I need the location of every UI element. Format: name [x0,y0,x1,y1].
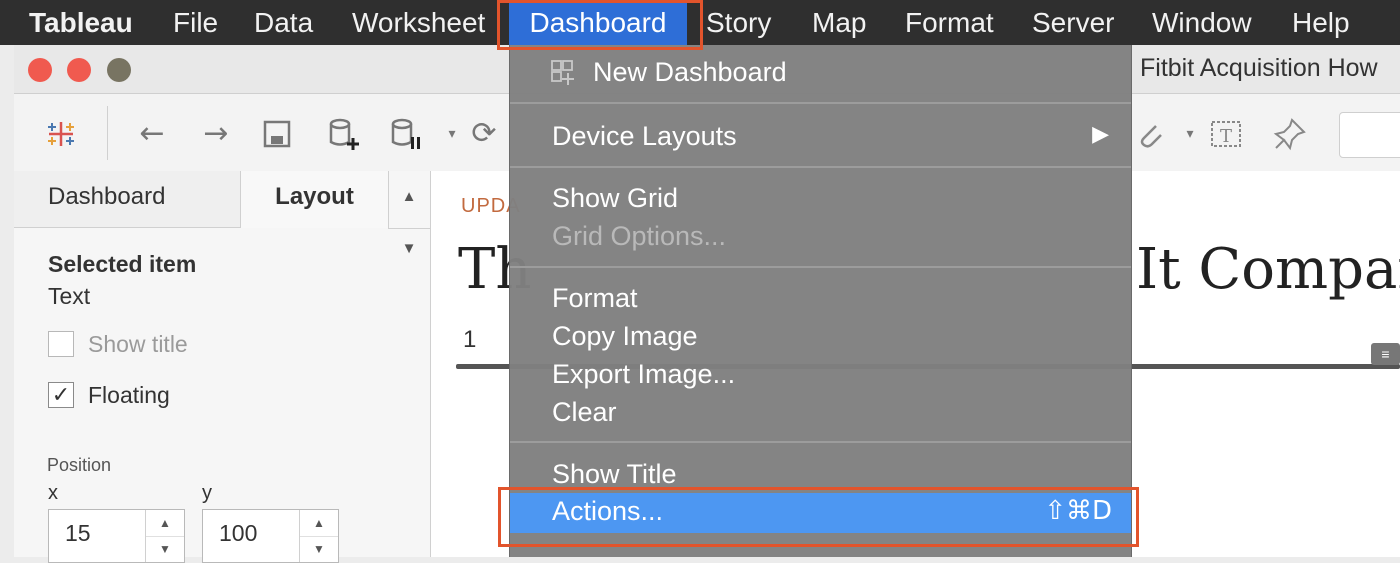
left-panel: Dashboard Layout ▲ ▼ Selected item Text S… [14,171,431,563]
tab-layout[interactable]: Layout [240,171,389,228]
menu-separator [510,166,1131,168]
chevron-right-icon: ▶ [1092,122,1109,147]
menu-help[interactable]: Help [1292,0,1350,45]
tab-dashboard[interactable]: Dashboard [14,171,240,228]
position-label: Position [47,455,112,475]
new-datasource-icon[interactable] [324,114,364,154]
refresh-icon[interactable]: ⟳ [464,114,504,154]
show-title-checkbox[interactable] [48,331,74,357]
export-image-label: Export Image... [552,359,736,389]
copy-image-label: Copy Image [552,321,698,351]
y-position-stepper[interactable]: 100 ▲ ▼ [202,509,339,563]
zoom-button[interactable] [107,58,131,82]
new-dashboard-label: New Dashboard [593,57,787,87]
menu-item-show-grid[interactable]: Show Grid [510,180,1131,218]
menu-server[interactable]: Server [1032,0,1114,45]
menu-separator [510,441,1131,443]
menu-story[interactable]: Story [706,0,771,45]
actions-label: Actions... [552,496,664,526]
text-box-icon[interactable]: T [1206,114,1246,154]
menu-item-export-image[interactable]: Export Image... [510,356,1131,394]
device-layouts-label: Device Layouts [552,121,737,151]
add-grid-icon [550,57,580,96]
y-increment-icon[interactable]: ▲ [300,510,338,537]
toolbar-divider [107,106,108,160]
menu-item-copy-image[interactable]: Copy Image [510,318,1131,356]
y-label: y [202,482,212,504]
menu-app-tableau[interactable]: Tableau [29,0,133,45]
show-grid-label: Show Grid [552,183,679,213]
y-position-value[interactable]: 100 [219,520,257,547]
paperclip-icon[interactable] [1130,114,1170,154]
svg-text:T: T [1220,126,1232,147]
paperclip-dropdown-icon[interactable]: ▾ [1170,114,1210,154]
menu-item-show-title[interactable]: Show Title [510,456,1131,494]
format-label: Format [552,283,638,313]
menu-bar: Tableau File Data Worksheet Dashboard St… [0,0,1400,45]
canvas-title-right[interactable]: It Compare [1136,237,1400,302]
grid-options-label: Grid Options... [552,221,727,251]
menu-data[interactable]: Data [254,0,313,45]
x-stepper-arrows: ▲ ▼ [145,510,184,562]
x-position-value[interactable]: 15 [65,520,91,547]
menu-item-grid-options: Grid Options... [510,218,1131,256]
menu-format[interactable]: Format [905,0,994,45]
menu-item-actions[interactable]: Actions... ⇧⌘D [510,493,1131,533]
menu-item-clear[interactable]: Clear [510,394,1131,432]
save-icon[interactable] [257,114,297,154]
back-arrow-icon[interactable]: ← [132,114,172,154]
minimize-button[interactable] [67,58,91,82]
tab-scroll-icon[interactable]: ▲ ▼ [388,171,430,257]
menu-separator [510,102,1131,104]
canvas-number: 1 [463,326,477,353]
floating-label: Floating [88,382,170,408]
pause-datasource-icon[interactable] [386,114,426,154]
x-increment-icon[interactable]: ▲ [146,510,184,537]
menu-separator [510,266,1131,268]
drag-handle-icon[interactable]: ≡ [1371,343,1400,365]
menu-item-new-dashboard[interactable]: New Dashboard [510,54,1131,92]
x-decrement-icon[interactable]: ▼ [146,536,184,562]
selected-item-value: Text [48,283,91,309]
menu-worksheet[interactable]: Worksheet [352,0,485,45]
menu-item-format[interactable]: Format [510,280,1131,318]
clear-label: Clear [552,397,617,427]
forward-arrow-icon[interactable]: → [196,114,236,154]
x-position-stepper[interactable]: 15 ▲ ▼ [48,509,185,563]
menu-window[interactable]: Window [1152,0,1252,45]
x-label: x [48,482,58,504]
selected-item-heading: Selected item [48,251,197,277]
close-button[interactable] [28,58,52,82]
floating-checkbox[interactable]: ✓ [48,382,74,408]
toolbar-search-field[interactable] [1339,112,1400,158]
show-title-menu-label: Show Title [552,459,677,489]
menu-map[interactable]: Map [812,0,866,45]
menu-item-device-layouts[interactable]: Device Layouts ▶ [510,118,1131,156]
tableau-logo-icon[interactable] [41,114,81,154]
dashboard-menu: New Dashboard Device Layouts ▶ Show Grid… [509,45,1132,557]
menu-file[interactable]: File [173,0,218,45]
y-decrement-icon[interactable]: ▼ [300,536,338,562]
pin-icon[interactable] [1270,114,1310,154]
show-title-label: Show title [88,331,188,357]
window-title: Fitbit Acquisition How [1140,54,1378,82]
y-stepper-arrows: ▲ ▼ [299,510,338,562]
menu-dashboard[interactable]: Dashboard [509,0,687,45]
actions-shortcut: ⇧⌘D [1044,496,1112,526]
